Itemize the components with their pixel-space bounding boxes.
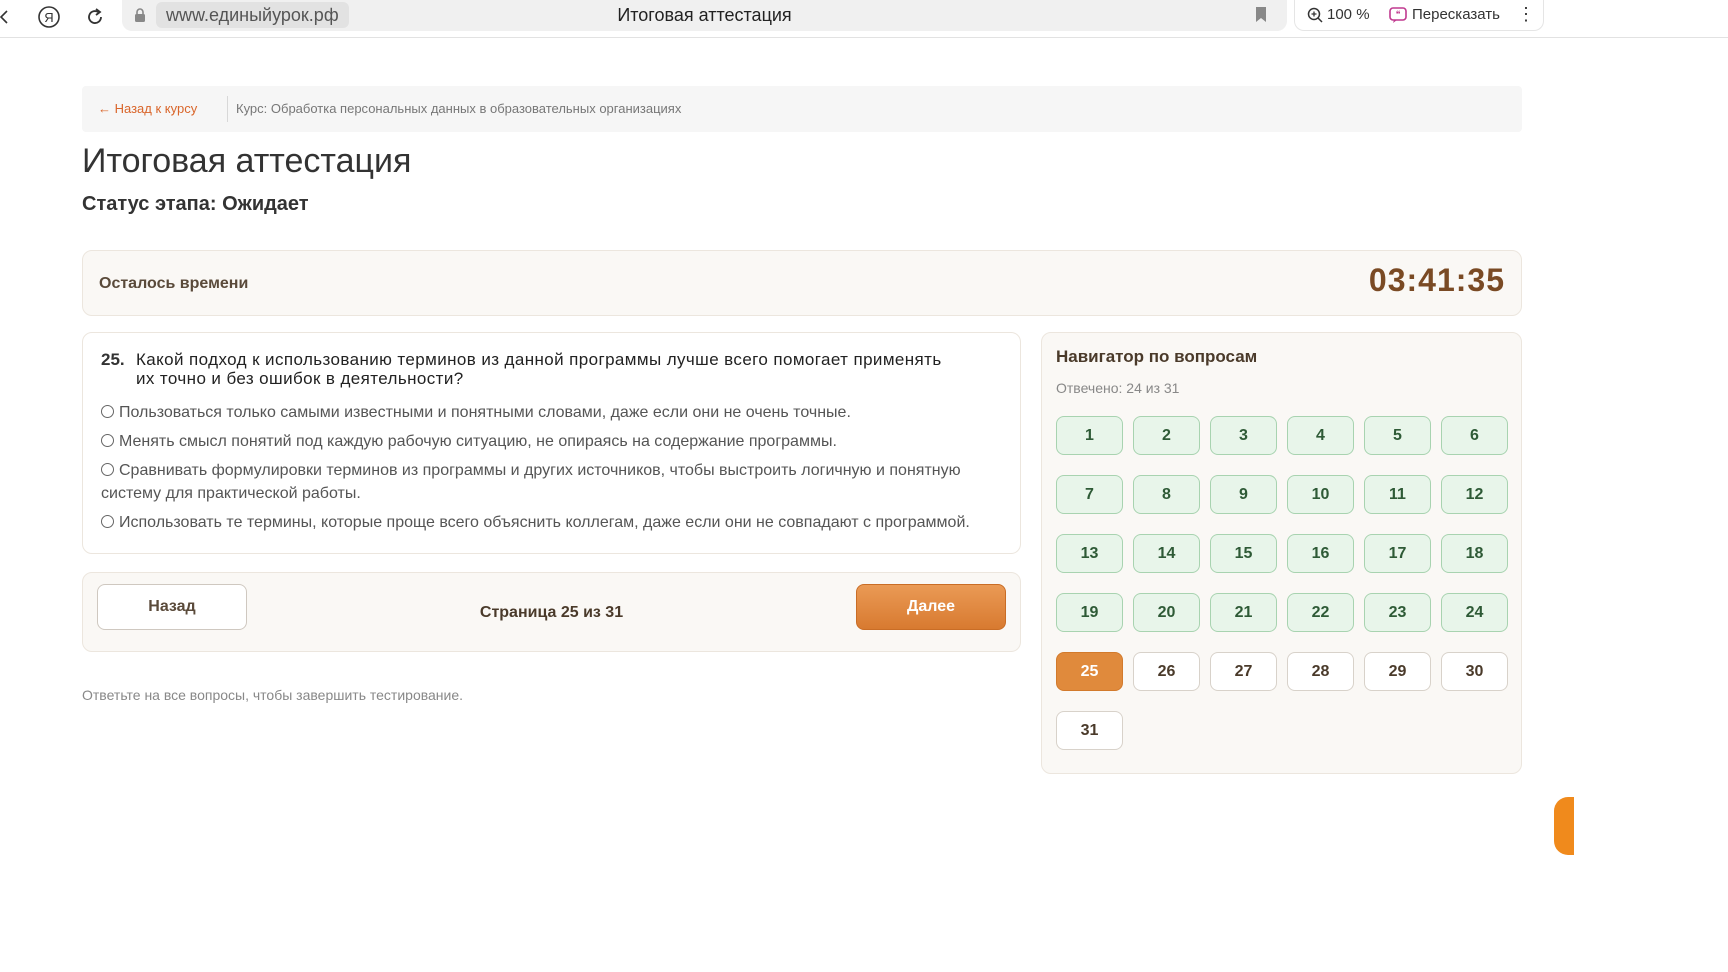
answer-option-2[interactable]: Менять смысл понятий под каждую рабочую … <box>101 430 1001 453</box>
radio-button[interactable] <box>101 463 114 476</box>
question-nav-button-11[interactable]: 11 <box>1364 475 1431 514</box>
back-arrow-icon[interactable] <box>0 4 8 30</box>
question-nav-button-10[interactable]: 10 <box>1287 475 1354 514</box>
zoom-icon <box>1307 7 1323 23</box>
answer-option-1[interactable]: Пользоваться только самыми известными и … <box>101 401 1001 424</box>
retell-label: Пересказать <box>1412 6 1500 23</box>
question-nav-button-29[interactable]: 29 <box>1364 652 1431 691</box>
radio-button[interactable] <box>101 405 114 418</box>
question-nav-button-21[interactable]: 21 <box>1210 593 1277 632</box>
svg-text:❝: ❝ <box>1396 9 1401 19</box>
question-nav-button-12[interactable]: 12 <box>1441 475 1508 514</box>
question-grid: 1 2 3 4 5 6 7 8 9 10 11 12 13 14 15 16 17 18 19 20 21 22 23 24 2… <box>1056 416 1508 750</box>
question-nav-button-1[interactable]: 1 <box>1056 416 1123 455</box>
reload-icon[interactable] <box>82 4 108 30</box>
question-nav-button-23[interactable]: 23 <box>1364 593 1431 632</box>
answer-option-3[interactable]: Сравнивать формулировки терминов из прог… <box>101 459 1001 505</box>
answered-count: Отвечено: 24 из 31 <box>1056 380 1180 396</box>
question-nav-button-20[interactable]: 20 <box>1133 593 1200 632</box>
question-nav-button-28[interactable]: 28 <box>1287 652 1354 691</box>
bookmark-icon[interactable] <box>1255 6 1269 24</box>
question-text: Какой подход к использованию терминов из… <box>136 350 942 388</box>
address-bar[interactable]: www.единыйурок.рф Итоговая аттестация <box>122 0 1287 31</box>
side-widget-tab[interactable] <box>1554 797 1574 855</box>
question-nav-button-8[interactable]: 8 <box>1133 475 1200 514</box>
question-nav-button-7[interactable]: 7 <box>1056 475 1123 514</box>
question-nav-button-22[interactable]: 22 <box>1287 593 1354 632</box>
question-nav-button-27[interactable]: 27 <box>1210 652 1277 691</box>
question-nav-button-25[interactable]: 25 <box>1056 652 1123 691</box>
stage-status: Статус этапа: Ожидает <box>82 193 309 215</box>
svg-text:Я: Я <box>44 10 53 25</box>
question-nav-button-26[interactable]: 26 <box>1133 652 1200 691</box>
question-nav-button-16[interactable]: 16 <box>1287 534 1354 573</box>
question-nav-button-4[interactable]: 4 <box>1287 416 1354 455</box>
radio-button[interactable] <box>101 515 114 528</box>
answer-option-text: Сравнивать формулировки терминов из прог… <box>101 462 961 502</box>
answer-option-text: Менять смысл понятий под каждую рабочую … <box>119 433 837 450</box>
zoom-control[interactable]: 100 % <box>1307 6 1370 23</box>
question-nav-button-5[interactable]: 5 <box>1364 416 1431 455</box>
back-to-course-link[interactable]: ← Назад к курсу <box>98 101 197 116</box>
radio-button[interactable] <box>101 434 114 447</box>
browser-toolbar: Я www.единыйурок.рф Итоговая аттестация … <box>0 0 1728 38</box>
navigator-title: Навигатор по вопросам <box>1056 347 1258 366</box>
pagination-panel: Назад Страница 25 из 31 Далее <box>82 572 1021 652</box>
answer-option-4[interactable]: Использовать те термины, которые проще в… <box>101 511 1001 534</box>
course-name: Курс: Обработка персональных данных в об… <box>236 101 682 116</box>
question-nav-button-9[interactable]: 9 <box>1210 475 1277 514</box>
question-nav-button-19[interactable]: 19 <box>1056 593 1123 632</box>
question-card: 25. Какой подход к использованию термино… <box>82 332 1021 554</box>
question-nav-button-3[interactable]: 3 <box>1210 416 1277 455</box>
breadcrumb-divider <box>227 96 228 122</box>
breadcrumb: ← Назад к курсу Курс: Обработка персонал… <box>82 86 1522 132</box>
browser-actions: 100 % ❝ Пересказать ⋮ <box>1294 0 1544 31</box>
question-navigator: Навигатор по вопросам Отвечено: 24 из 31… <box>1041 332 1522 774</box>
question-nav-button-14[interactable]: 14 <box>1133 534 1200 573</box>
retell-icon: ❝ <box>1389 6 1407 23</box>
zoom-level: 100 % <box>1327 6 1370 23</box>
page-title: Итоговая аттестация <box>82 142 412 180</box>
question-nav-button-24[interactable]: 24 <box>1441 593 1508 632</box>
question-nav-button-18[interactable]: 18 <box>1441 534 1508 573</box>
question-number: 25. <box>101 350 125 369</box>
question-nav-button-30[interactable]: 30 <box>1441 652 1508 691</box>
question-nav-button-13[interactable]: 13 <box>1056 534 1123 573</box>
timer-label: Осталось времени <box>99 275 249 292</box>
retell-button[interactable]: ❝ Пересказать <box>1389 6 1500 23</box>
yandex-logo-icon[interactable]: Я <box>36 4 62 30</box>
question-nav-button-15[interactable]: 15 <box>1210 534 1277 573</box>
timer-value: 03:41:35 <box>1368 262 1505 298</box>
question-nav-button-6[interactable]: 6 <box>1441 416 1508 455</box>
more-menu-icon[interactable]: ⋮ <box>1517 4 1535 25</box>
question-nav-button-31[interactable]: 31 <box>1056 711 1123 750</box>
completion-hint: Ответьте на все вопросы, чтобы завершить… <box>82 687 464 703</box>
answer-option-text: Использовать те термины, которые проще в… <box>119 514 970 531</box>
question-nav-button-2[interactable]: 2 <box>1133 416 1200 455</box>
browser-page-title: Итоговая аттестация <box>617 5 792 25</box>
next-button[interactable]: Далее <box>856 584 1006 630</box>
answer-option-text: Пользоваться только самыми известными и … <box>119 404 851 421</box>
question-nav-button-17[interactable]: 17 <box>1364 534 1431 573</box>
timer-panel: Осталось времени 03:41:35 <box>82 250 1522 316</box>
